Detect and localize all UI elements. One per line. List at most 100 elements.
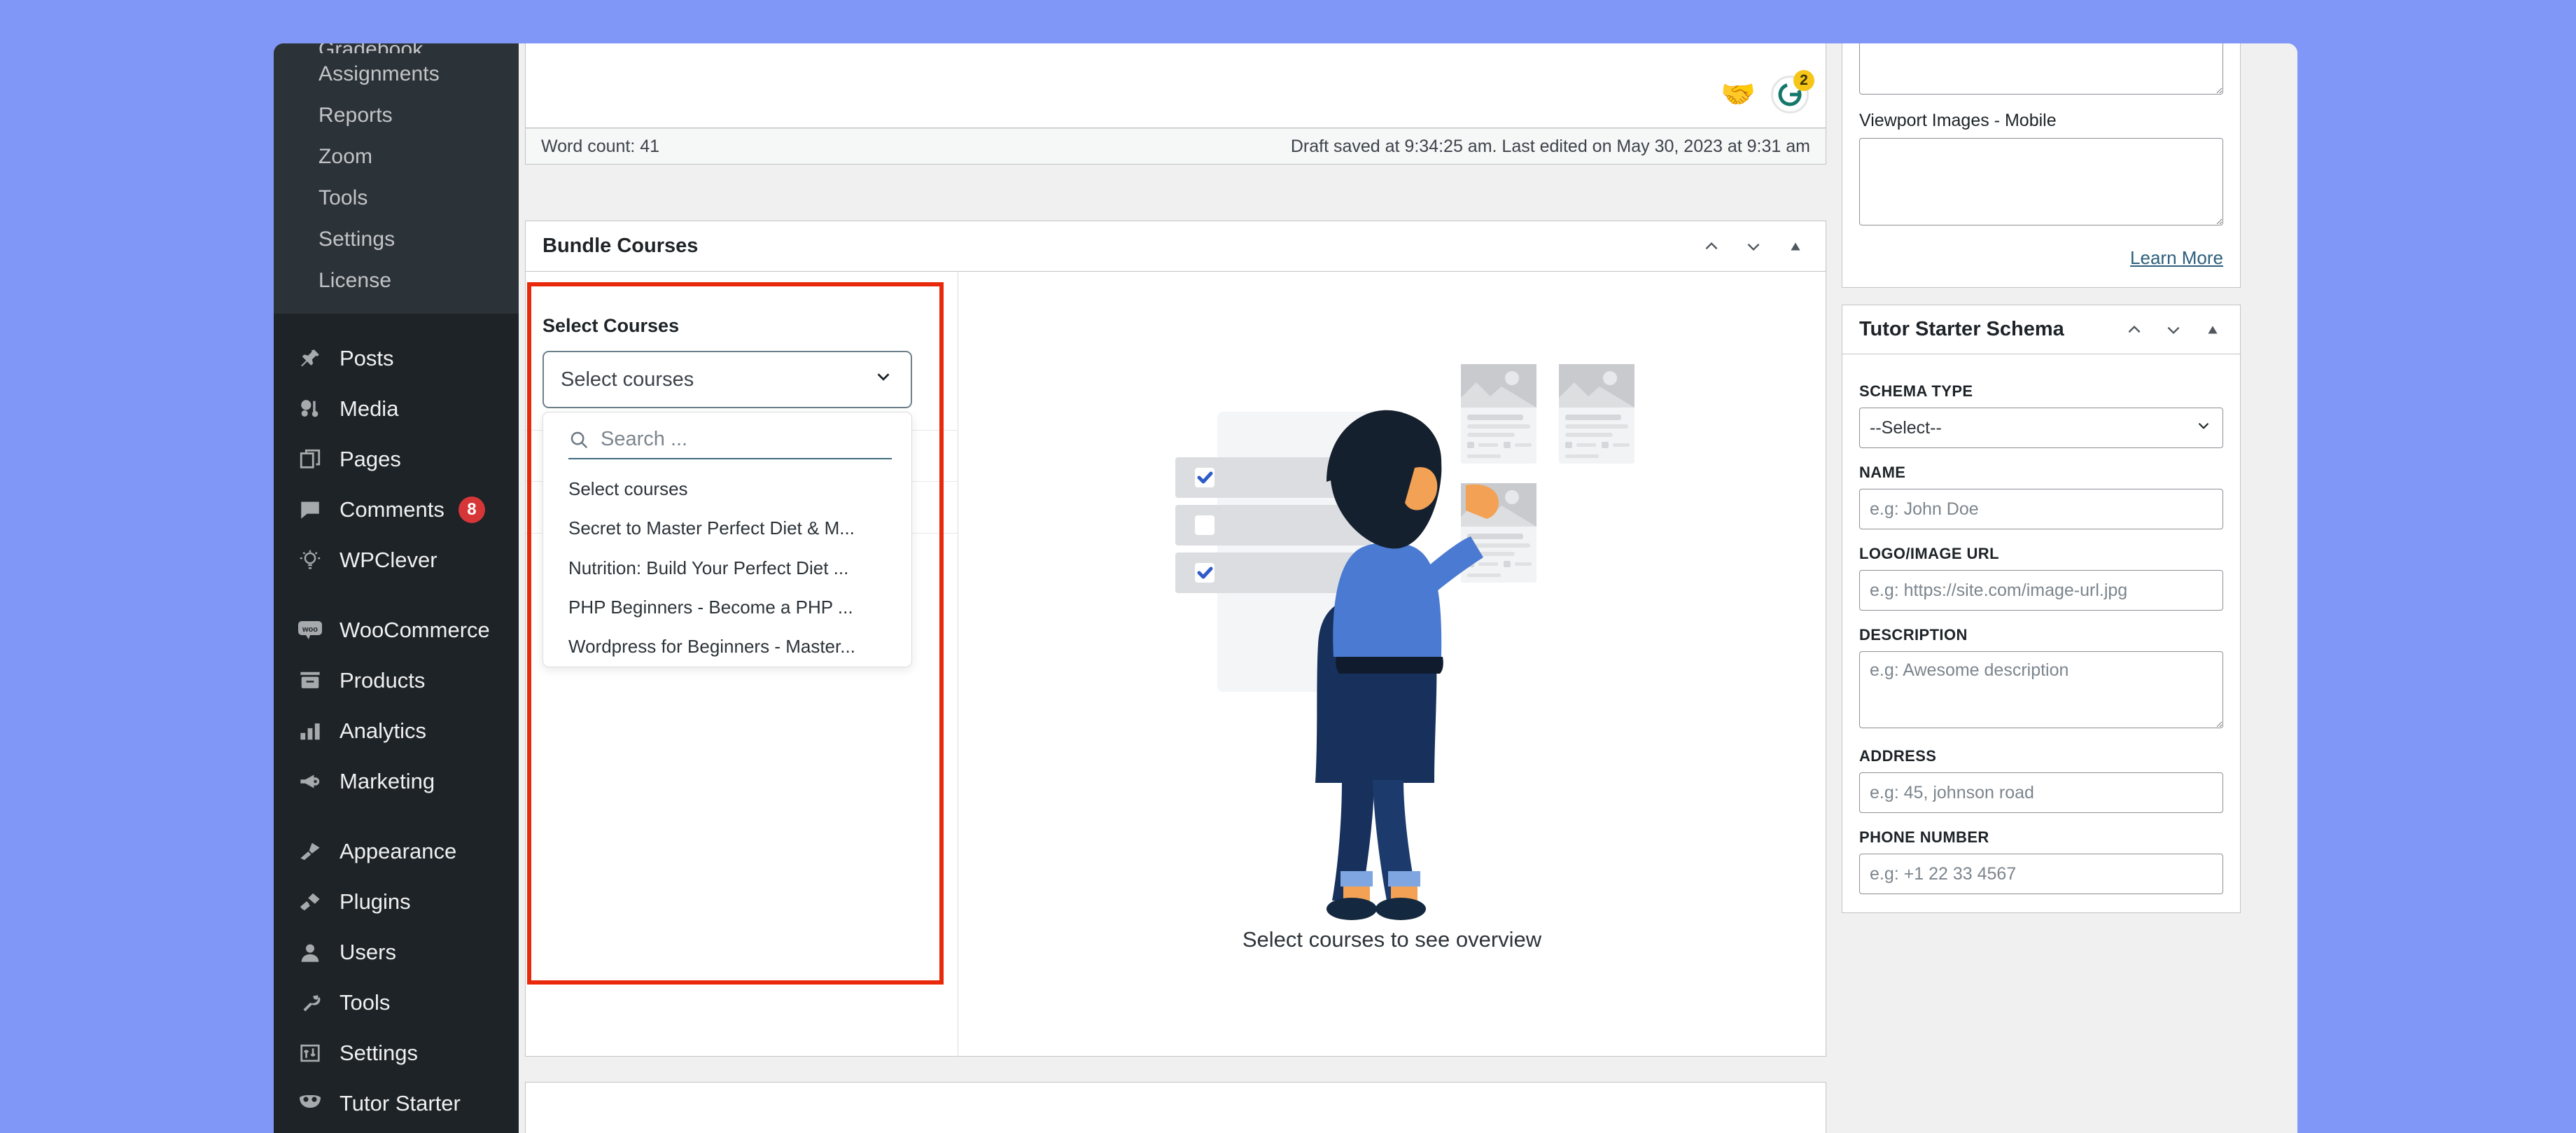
move-down-button[interactable]: [1736, 229, 1771, 264]
media-icon: [292, 395, 328, 423]
analytics-icon: [292, 717, 328, 745]
bundle-courses-metabox: Bundle Courses Select Courses Select cou…: [525, 221, 1826, 1057]
sidebar-item-posts[interactable]: Posts: [274, 333, 519, 384]
course-option[interactable]: Wordpress for Beginners - Master...: [543, 627, 911, 666]
overview-placeholder-text: Select courses to see overview: [1242, 926, 1542, 952]
sidebar-item-label: Posts: [340, 346, 394, 370]
svg-text:woo: woo: [302, 625, 318, 634]
sidebar-item-tools[interactable]: Tools: [274, 978, 519, 1028]
schema-metabox-controls: [2117, 312, 2230, 347]
megaphone-icon: [292, 767, 328, 795]
sidebar-submenu-item-assignments[interactable]: Assignments: [274, 53, 519, 95]
sidebar-submenu-item-gradebook[interactable]: Gradebook: [274, 43, 519, 53]
sidebar-item-settings[interactable]: Settings: [274, 1028, 519, 1078]
viewport-images-metabox: Viewport Images - Mobile Learn More: [1842, 43, 2241, 288]
sidebar-item-plugins[interactable]: Plugins: [274, 877, 519, 927]
course-overview-pane: Select courses to see overview: [958, 272, 1826, 1057]
sidebar-submenu-item-tools[interactable]: Tools: [274, 177, 519, 218]
lightbulb-icon: [292, 546, 328, 574]
course-selection-illustration: [1175, 363, 1634, 920]
select-courses-label: Select Courses: [542, 315, 680, 336]
sidebar-item-woocommerce[interactable]: woo WooCommerce: [274, 605, 519, 655]
sliders-icon: [292, 1039, 328, 1067]
select-courses-dropdown-trigger[interactable]: Select courses: [542, 351, 912, 408]
phone-number-field[interactable]: [1859, 854, 2223, 894]
sidebar-item-wpclever[interactable]: WPClever: [274, 535, 519, 585]
comments-count-badge: 8: [458, 496, 485, 523]
post-editor-area[interactable]: 🤝 2: [525, 43, 1826, 128]
chevron-down-icon: [873, 366, 894, 393]
sidebar-item-label: Pages: [340, 447, 401, 471]
page-title: Bundle Courses: [542, 235, 699, 257]
viewport-images-body: Viewport Images - Mobile Learn More: [1842, 43, 2240, 287]
search-icon: [568, 429, 589, 450]
wp-body: 🤝 2 Word count: 41 Draft saved at 9:34:2…: [519, 43, 2297, 1133]
course-search-row[interactable]: Search ...: [568, 428, 892, 459]
course-option[interactable]: Secret to Master Perfect Diet & M...: [543, 508, 911, 548]
description-label: DESCRIPTION: [1859, 626, 1968, 644]
viewport-images-mobile-textarea[interactable]: [1859, 138, 2223, 225]
sidebar-item-marketing[interactable]: Marketing: [274, 756, 519, 807]
sidebar-submenu-item-settings[interactable]: Settings: [274, 218, 519, 260]
description-field[interactable]: [1859, 651, 2223, 728]
user-icon: [292, 938, 328, 966]
grammarly-icon[interactable]: 2: [1771, 70, 1814, 113]
sidebar-submenu-item-license[interactable]: License: [274, 260, 519, 301]
sidebar-item-users[interactable]: Users: [274, 927, 519, 978]
sidebar-item-label: Users: [340, 940, 396, 964]
page-viewport: Gradebook Assignments Reports Zoom Tools…: [0, 0, 2576, 1133]
sidebar-item-tutor-starter[interactable]: Tutor Starter: [274, 1078, 519, 1129]
menu-separator-3: [274, 807, 519, 826]
bundle-courses-header: Bundle Courses: [526, 221, 1826, 272]
move-down-button[interactable]: [2156, 312, 2191, 347]
sidebar-item-label: Products: [340, 668, 426, 693]
viewport-images-mobile-label: Viewport Images - Mobile: [1859, 111, 2057, 130]
card-top-left: [1460, 363, 1536, 464]
bundle-courses-body: Select Courses Select courses Search ...…: [526, 272, 1826, 1057]
name-field[interactable]: [1859, 489, 2223, 529]
sidebar-item-label: Tutor Starter: [340, 1091, 461, 1115]
content-right-gutter: [2255, 43, 2297, 1133]
course-select-pane: Select Courses Select courses Search ...…: [526, 272, 958, 1057]
select-courses-value: Select courses: [561, 368, 694, 391]
sidebar-item-appearance[interactable]: Appearance: [274, 826, 519, 877]
logo-image-url-label: LOGO/IMAGE URL: [1859, 545, 1999, 562]
search-input[interactable]: Search ...: [601, 428, 687, 451]
schema-type-value: --Select--: [1870, 417, 1942, 438]
draft-saved-label: Draft saved at 9:34:25 am. Last edited o…: [1290, 136, 1810, 156]
sidebar-submenu-item-zoom[interactable]: Zoom: [274, 136, 519, 177]
course-option[interactable]: Nutrition: Build Your Perfect Diet ...: [543, 548, 911, 588]
schema-type-select[interactable]: --Select--: [1859, 408, 2223, 448]
grammarly-alert-badge: 2: [1793, 70, 1814, 91]
sidebar-item-analytics[interactable]: Analytics: [274, 706, 519, 756]
sidebar-item-label: Tools: [340, 990, 391, 1015]
toggle-panel-button[interactable]: [2195, 312, 2230, 347]
editor-plugin-icons: 🤝 2: [1721, 70, 1814, 113]
products-icon: [292, 667, 328, 695]
sidebar-submenu-item-reports[interactable]: Reports: [274, 95, 519, 136]
address-field[interactable]: [1859, 772, 2223, 813]
move-up-button[interactable]: [1694, 229, 1729, 264]
sidebar-item-media[interactable]: Media: [274, 384, 519, 434]
logo-image-url-field[interactable]: [1859, 570, 2223, 611]
sidebar-item-comments[interactable]: Comments 8: [274, 485, 519, 535]
sidebar-item-label: Media: [340, 396, 399, 421]
chevron-down-icon: [2194, 417, 2213, 440]
course-dropdown-panel[interactable]: Search ... Select courses Secret to Mast…: [542, 412, 912, 667]
toggle-panel-button[interactable]: [1778, 229, 1813, 264]
course-option[interactable]: Ultimate Photoshop Training: Fro...: [543, 666, 911, 667]
name-label: NAME: [1859, 464, 1906, 481]
sidebar-item-pages[interactable]: Pages: [274, 434, 519, 485]
menu-separator-2: [274, 585, 519, 605]
browser-window: Gradebook Assignments Reports Zoom Tools…: [274, 43, 2297, 1133]
plug-icon: [292, 888, 328, 916]
sidebar-item-products[interactable]: Products: [274, 655, 519, 706]
address-label: ADDRESS: [1859, 747, 1937, 765]
learn-more-link[interactable]: Learn More: [1859, 247, 2223, 269]
viewport-images-desktop-textarea[interactable]: [1859, 43, 2223, 95]
tutor-starter-schema-metabox: Tutor Starter Schema SCHEMA TYPE --Selec…: [1842, 305, 2241, 913]
course-option[interactable]: PHP Beginners - Become a PHP ...: [543, 588, 911, 627]
wrench-icon: [292, 989, 328, 1017]
course-option[interactable]: Select courses: [543, 469, 911, 508]
move-up-button[interactable]: [2117, 312, 2152, 347]
